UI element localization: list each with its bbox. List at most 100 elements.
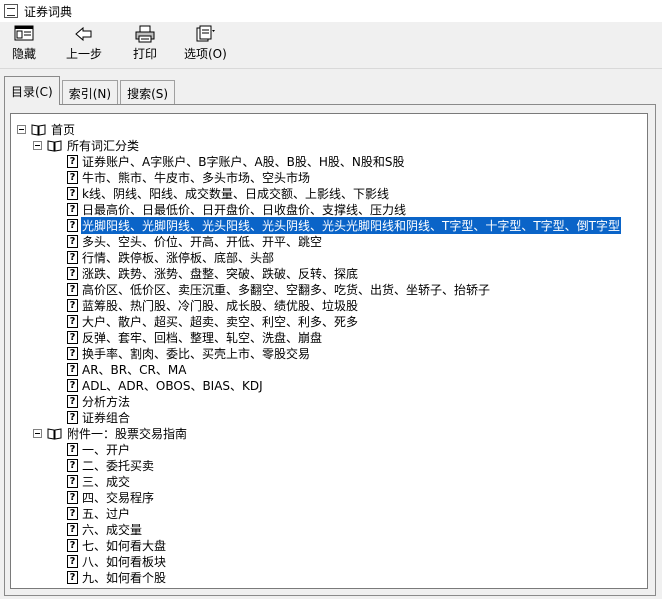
back-button[interactable]: 上一步 bbox=[66, 24, 102, 66]
tree-item-label: 二、委托买卖 bbox=[82, 458, 155, 473]
tree-group-label: 附件一：股票交易指南 bbox=[67, 426, 188, 441]
tree-item[interactable]: ? 大户、散户、超买、超卖、卖空、利空、利多、死多 bbox=[67, 313, 359, 329]
tab-strip: 目录(C) 索引(N) 搜索(S) bbox=[4, 76, 177, 105]
help-topic-icon: ? bbox=[67, 506, 78, 520]
tree-root[interactable]: 首页 bbox=[17, 121, 76, 137]
tree-item-label: 涨跌、跌势、涨势、盘整、突破、跌破、反转、探底 bbox=[82, 266, 359, 281]
print-button[interactable]: 打印 bbox=[133, 24, 157, 66]
tab-search[interactable]: 搜索(S) bbox=[120, 80, 176, 105]
help-topic-icon: ? bbox=[67, 570, 78, 584]
tab-index[interactable]: 索引(N) bbox=[61, 80, 119, 105]
collapse-icon[interactable] bbox=[33, 428, 42, 438]
printer-icon bbox=[134, 24, 156, 44]
help-topic-icon: ? bbox=[67, 442, 78, 456]
open-book-icon bbox=[31, 123, 46, 136]
tree-item[interactable]: ? ADL、ADR、OBOS、BIAS、KDJ bbox=[67, 377, 264, 393]
options-button[interactable]: 选项(O) bbox=[184, 24, 227, 66]
help-topic-icon: ? bbox=[67, 298, 78, 312]
tree-item-label: 七、如何看大盘 bbox=[82, 538, 167, 553]
tree-item-label: 日最高价、日最低价、日开盘价、日收盘价、支撑线、压力线 bbox=[82, 202, 407, 217]
tree-item-label: 证券组合 bbox=[82, 410, 131, 425]
tree-item[interactable]: ? 光脚阳线、光脚阴线、光头阳线、光头阴线、光头光脚阳线和阴线、T字型、十字型、T… bbox=[67, 216, 621, 234]
tree-item[interactable]: ? 多头、空头、价位、开高、开低、开平、跳空 bbox=[67, 233, 323, 249]
tree-item-label: 蓝筹股、热门股、冷门股、成长股、绩优股、垃圾股 bbox=[82, 298, 359, 313]
tree-item-label: 行情、跌停板、涨停板、底部、头部 bbox=[82, 250, 275, 265]
tree-item-label: 反弹、套牢、回档、整理、轧空、洗盘、崩盘 bbox=[82, 330, 323, 345]
tree-group-appendix[interactable]: 附件一：股票交易指南 bbox=[33, 425, 188, 441]
tree-item-label: 换手率、割肉、委比、买壳上市、零股交易 bbox=[82, 346, 311, 361]
hide-icon bbox=[13, 24, 35, 44]
open-book-icon bbox=[47, 427, 62, 440]
tree-item[interactable]: ? 四、交易程序 bbox=[67, 489, 155, 505]
tree-item[interactable]: ? 九、如何看个股 bbox=[67, 569, 167, 585]
tree-item-label: 五、过户 bbox=[82, 506, 131, 521]
help-topic-icon: ? bbox=[67, 314, 78, 328]
help-topic-icon: ? bbox=[67, 378, 78, 392]
tree-item[interactable]: ? 七、如何看大盘 bbox=[67, 537, 167, 553]
tree-item-label: 四、交易程序 bbox=[82, 490, 155, 505]
help-topic-icon: ? bbox=[67, 186, 78, 200]
tree-item[interactable]: ? 牛市、熊市、牛皮市、多头市场、空头市场 bbox=[67, 169, 311, 185]
help-topic-icon: ? bbox=[67, 458, 78, 472]
collapse-icon[interactable] bbox=[33, 140, 42, 150]
tree-group-label: 所有词汇分类 bbox=[67, 138, 140, 153]
tree-item[interactable]: ? 分析方法 bbox=[67, 393, 131, 409]
tree-item[interactable]: ? 高价区、低价区、卖压沉重、多翻空、空翻多、吃货、出货、坐轿子、抬轿子 bbox=[67, 281, 491, 297]
tree-item-label: 八、如何看板块 bbox=[82, 554, 167, 569]
contents-tree[interactable]: 首页 所有词汇分类 附件一：股票交易指南 ? 证券账户、A字账户、B字账户、A股、… bbox=[10, 113, 648, 589]
tree-item-label: 大户、散户、超买、超卖、卖空、利空、利多、死多 bbox=[82, 314, 359, 329]
hide-button[interactable]: 隐藏 bbox=[12, 24, 36, 66]
tree-item[interactable]: ? 日最高价、日最低价、日开盘价、日收盘价、支撑线、压力线 bbox=[67, 201, 407, 217]
tree-item[interactable]: ? k线、阴线、阳线、成交数量、日成交额、上影线、下影线 bbox=[67, 185, 390, 201]
options-icon bbox=[194, 24, 216, 44]
help-topic-icon: ? bbox=[67, 202, 78, 216]
tree-item[interactable]: ? 行情、跌停板、涨停板、底部、头部 bbox=[67, 249, 275, 265]
help-topic-icon: ? bbox=[67, 234, 78, 248]
tree-item-label: 多头、空头、价位、开高、开低、开平、跳空 bbox=[82, 234, 323, 249]
tree-item-label: k线、阴线、阳线、成交数量、日成交额、上影线、下影线 bbox=[82, 186, 389, 201]
options-label: 选项(O) bbox=[184, 47, 227, 61]
tree-item[interactable]: ? 反弹、套牢、回档、整理、轧空、洗盘、崩盘 bbox=[67, 329, 323, 345]
tree-item[interactable]: ? 一、开户 bbox=[67, 441, 131, 457]
open-book-icon bbox=[47, 139, 62, 152]
tree-item-label: 一、开户 bbox=[82, 442, 131, 457]
tree-group-all-terms[interactable]: 所有词汇分类 bbox=[33, 137, 140, 153]
tree-item-label: ADL、ADR、OBOS、BIAS、KDJ bbox=[82, 378, 263, 393]
help-topic-icon: ? bbox=[67, 554, 78, 568]
tree-item[interactable]: ? 蓝筹股、热门股、冷门股、成长股、绩优股、垃圾股 bbox=[67, 297, 359, 313]
help-topic-icon: ? bbox=[67, 218, 78, 232]
tree-item[interactable]: ? 三、成交 bbox=[67, 473, 131, 489]
tree-item[interactable]: ? 证券组合 bbox=[67, 409, 131, 425]
tree-item[interactable]: ? AR、BR、CR、MA bbox=[67, 361, 187, 377]
tree-item[interactable]: ? 二、委托买卖 bbox=[67, 457, 155, 473]
help-topic-icon: ? bbox=[67, 266, 78, 280]
help-topic-icon: ? bbox=[67, 250, 78, 264]
app-icon bbox=[4, 4, 18, 18]
tree-item[interactable]: ? 六、成交量 bbox=[67, 521, 143, 537]
help-topic-icon: ? bbox=[67, 362, 78, 376]
window-title: 证券词典 bbox=[24, 4, 73, 19]
tree-item[interactable]: ? 证券账户、A字账户、B字账户、A股、B股、H股、N股和S股 bbox=[67, 153, 406, 169]
hide-label: 隐藏 bbox=[12, 47, 37, 61]
tree-item-label: 九、如何看个股 bbox=[82, 570, 167, 585]
help-topic-icon: ? bbox=[67, 282, 78, 296]
tab-panel: 首页 所有词汇分类 附件一：股票交易指南 ? 证券账户、A字账户、B字账户、A股、… bbox=[4, 104, 656, 596]
help-topic-icon: ? bbox=[67, 154, 78, 168]
help-topic-icon: ? bbox=[67, 410, 78, 424]
tree-item-label: 分析方法 bbox=[82, 394, 131, 409]
help-topic-icon: ? bbox=[67, 522, 78, 536]
help-topic-icon: ? bbox=[67, 394, 78, 408]
back-arrow-icon bbox=[73, 24, 95, 44]
tree-item-label: AR、BR、CR、MA bbox=[82, 362, 187, 377]
tree-item-label: 六、成交量 bbox=[82, 522, 143, 537]
help-topic-icon: ? bbox=[67, 490, 78, 504]
tree-item-label: 高价区、低价区、卖压沉重、多翻空、空翻多、吃货、出货、坐轿子、抬轿子 bbox=[82, 282, 491, 297]
help-topic-icon: ? bbox=[67, 346, 78, 360]
tree-item[interactable]: ? 换手率、割肉、委比、买壳上市、零股交易 bbox=[67, 345, 311, 361]
tab-contents[interactable]: 目录(C) bbox=[4, 76, 60, 105]
tree-item[interactable]: ? 五、过户 bbox=[67, 505, 131, 521]
tree-item[interactable]: ? 八、如何看板块 bbox=[67, 553, 167, 569]
back-label: 上一步 bbox=[66, 47, 103, 61]
collapse-icon[interactable] bbox=[17, 124, 26, 134]
tree-item[interactable]: ? 涨跌、跌势、涨势、盘整、突破、跌破、反转、探底 bbox=[67, 265, 359, 281]
